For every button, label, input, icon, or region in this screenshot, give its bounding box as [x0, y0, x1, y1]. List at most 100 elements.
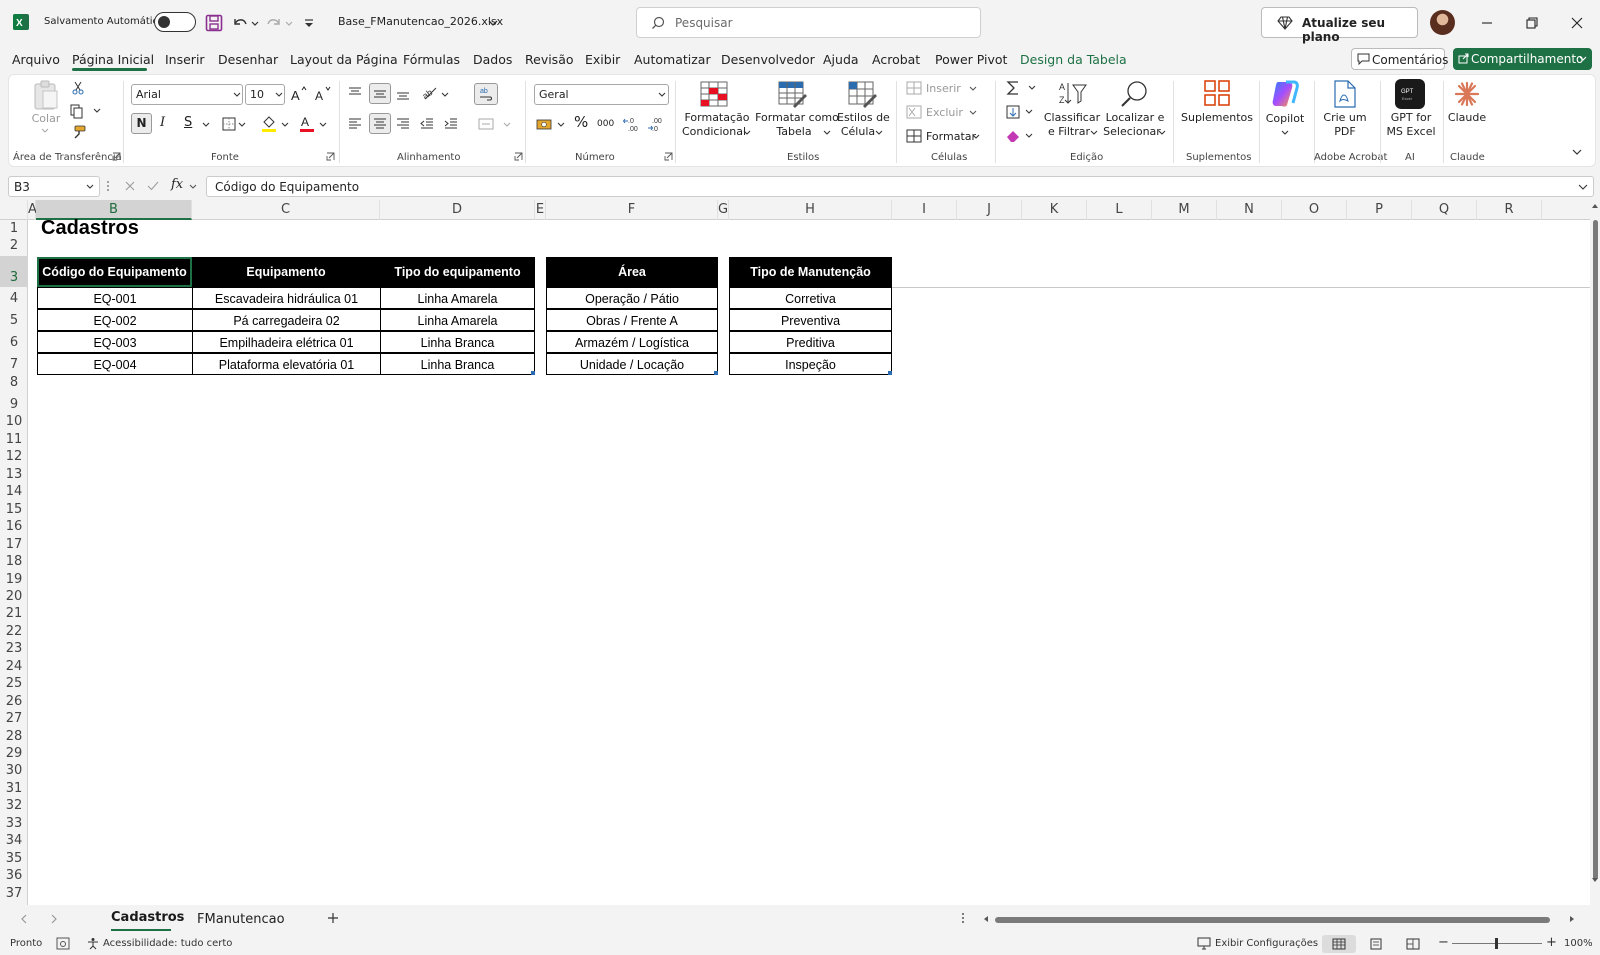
vertical-scrollbar[interactable]: [1590, 200, 1600, 905]
increase-font-size-icon[interactable]: A: [290, 85, 308, 103]
clear-icon[interactable]: [1005, 128, 1021, 144]
row-header-5[interactable]: 5: [0, 308, 28, 330]
create-pdf-label-2[interactable]: PDF: [1321, 125, 1369, 139]
conditional-formatting-icon[interactable]: [699, 80, 729, 108]
share-button[interactable]: Compartilhamento: [1453, 48, 1592, 70]
row-header-11[interactable]: 11: [0, 431, 28, 449]
autosum-icon[interactable]: [1005, 80, 1021, 96]
font-name-select[interactable]: Arial: [131, 84, 243, 105]
table-cell[interactable]: Preventiva: [729, 309, 892, 331]
format-as-table-label-1[interactable]: Formatar como: [755, 111, 839, 125]
row-header-19[interactable]: 19: [0, 571, 28, 589]
page-break-view-icon[interactable]: [1406, 938, 1420, 950]
delete-cells-label[interactable]: Excluir: [926, 106, 963, 120]
column-header-p[interactable]: P: [1347, 200, 1412, 220]
underline-button[interactable]: S: [184, 116, 192, 130]
header-cell-codigo[interactable]: Código do Equipamento: [37, 257, 192, 287]
restore-icon[interactable]: [1523, 14, 1541, 32]
menu-pagina-inicial[interactable]: Página Inicial: [72, 52, 154, 67]
find-select-label-1[interactable]: Localizar e: [1103, 111, 1167, 125]
scroll-right-icon[interactable]: [1568, 915, 1576, 923]
table-cell[interactable]: Unidade / Locação: [546, 353, 718, 375]
column-header-g[interactable]: G: [718, 200, 729, 220]
format-as-table-label-2[interactable]: Tabela: [755, 125, 833, 139]
row-header-28[interactable]: 28: [0, 728, 28, 746]
number-format-chevron-down-icon[interactable]: [658, 91, 666, 99]
avatar[interactable]: [1430, 10, 1455, 35]
font-size-chevron-down-icon[interactable]: [275, 91, 283, 99]
increase-decimal-icon[interactable]: .0.00: [623, 115, 641, 133]
row-header-34[interactable]: 34: [0, 832, 28, 850]
expand-formula-bar-icon[interactable]: [1578, 183, 1588, 191]
column-header-h[interactable]: H: [729, 200, 892, 220]
merge-chevron-down-icon[interactable]: [503, 121, 511, 129]
column-header-j[interactable]: J: [957, 200, 1022, 220]
horizontal-scroll-thumb[interactable]: [995, 917, 1550, 923]
addins-button-label[interactable]: Suplementos: [1181, 111, 1253, 125]
insert-cells-chevron-down-icon[interactable]: [969, 85, 977, 93]
column-header-e[interactable]: E: [535, 200, 546, 220]
autosum-chevron-down-icon[interactable]: [1028, 84, 1036, 92]
underline-chevron-down-icon[interactable]: [202, 121, 210, 129]
borders-icon[interactable]: [221, 116, 237, 132]
decrease-indent-icon[interactable]: [419, 116, 435, 132]
number-launcher-icon[interactable]: [664, 152, 673, 161]
row-header-4[interactable]: 4: [0, 286, 28, 308]
table-cell[interactable]: Linha Branca: [380, 353, 535, 375]
copilot-chevron-down-icon[interactable]: [1281, 129, 1289, 137]
gpt-for-excel-icon[interactable]: GPT Excel: [1395, 79, 1425, 109]
sheet-tab-cadastros[interactable]: Cadastros: [111, 910, 184, 925]
customize-toolbar-icon[interactable]: [302, 13, 316, 33]
menu-exibir[interactable]: Exibir: [585, 52, 620, 67]
font-color-chevron-down-icon[interactable]: [319, 121, 327, 129]
decrease-decimal-icon[interactable]: .00.0: [647, 115, 665, 133]
search-box[interactable]: Pesquisar: [636, 7, 981, 38]
cell-styles-label-2[interactable]: Célula: [837, 125, 879, 139]
merge-center-icon[interactable]: [478, 116, 494, 132]
sort-filter-chevron-down-icon[interactable]: [1090, 129, 1098, 137]
table-cell[interactable]: Linha Amarela: [380, 309, 535, 331]
conditional-chevron-down-icon[interactable]: [743, 129, 751, 137]
zoom-in-button[interactable]: +: [1546, 935, 1557, 950]
create-pdf-label-1[interactable]: Crie um: [1321, 111, 1369, 125]
font-color-icon[interactable]: A: [299, 114, 315, 132]
currency-chevron-down-icon[interactable]: [557, 121, 565, 129]
row-header-7[interactable]: 7: [0, 352, 28, 374]
table-cell[interactable]: Pá carregadeira 02: [192, 309, 381, 331]
column-header-o[interactable]: O: [1282, 200, 1347, 220]
format-cells-label[interactable]: Formatar: [926, 130, 976, 144]
menu-desenhar[interactable]: Desenhar: [218, 52, 278, 67]
filename-chevron-down-icon[interactable]: [487, 13, 499, 33]
upgrade-plan-button[interactable]: Atualize seu plano: [1261, 7, 1418, 44]
fill-color-icon[interactable]: [261, 114, 277, 132]
table-cell[interactable]: Inspeção: [729, 353, 892, 375]
bold-button[interactable]: N: [131, 113, 152, 134]
add-sheet-icon[interactable]: [327, 912, 339, 924]
align-left-icon[interactable]: [347, 116, 363, 132]
row-header-9[interactable]: 9: [0, 396, 28, 414]
row-header-3[interactable]: 3: [0, 256, 28, 287]
autosave-toggle[interactable]: [154, 12, 196, 32]
table-cell[interactable]: EQ-002: [37, 309, 193, 331]
insert-cells-icon[interactable]: [906, 81, 922, 95]
format-cells-chevron-down-icon[interactable]: [972, 133, 980, 141]
table-resize-handle[interactable]: [531, 371, 535, 375]
column-header-i[interactable]: I: [892, 200, 957, 220]
column-header-c[interactable]: C: [192, 200, 380, 220]
table-cell[interactable]: EQ-003: [37, 331, 193, 353]
format-as-table-chevron-down-icon[interactable]: [823, 129, 831, 137]
conditional-formatting-label-1[interactable]: Formatação: [677, 111, 757, 125]
wrap-text-button[interactable]: ab: [474, 83, 498, 105]
zoom-out-button[interactable]: −: [1438, 935, 1449, 950]
menu-revisao[interactable]: Revisão: [525, 52, 574, 67]
redo-dropdown-icon[interactable]: [284, 13, 294, 33]
insert-cells-label[interactable]: Inserir: [926, 82, 961, 96]
conditional-formatting-label-2[interactable]: Condicional: [677, 125, 751, 139]
row-header-18[interactable]: 18: [0, 553, 28, 571]
row-header-12[interactable]: 12: [0, 448, 28, 466]
orientation-chevron-down-icon[interactable]: [441, 91, 449, 99]
table-cell[interactable]: EQ-001: [37, 287, 193, 309]
scroll-left-icon[interactable]: [982, 915, 990, 923]
header-cell-area[interactable]: Área: [546, 257, 718, 287]
align-middle-button[interactable]: [369, 83, 391, 104]
